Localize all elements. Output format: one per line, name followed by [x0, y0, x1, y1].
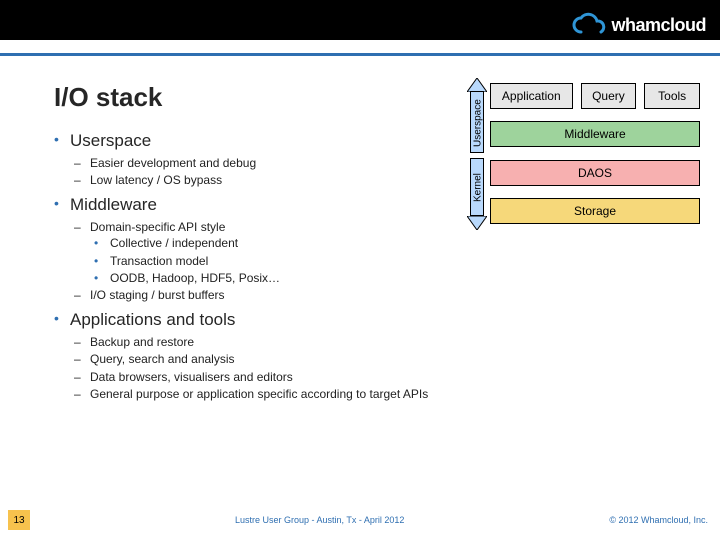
section-apps-head: Applications and tools [70, 310, 235, 329]
arrow-down-icon [467, 216, 487, 230]
stack-application: Application [490, 83, 573, 109]
list-item-label: Domain-specific API style [90, 220, 225, 234]
list-item: Domain-specific API style Collective / i… [70, 219, 454, 286]
footer: 13 Lustre User Group - Austin, Tx - Apri… [0, 510, 720, 530]
list-item: Data browsers, visualisers and editors [70, 369, 454, 385]
list-item: I/O staging / burst buffers [70, 287, 454, 303]
vlabel-kernel-box: Kernel [470, 158, 484, 216]
page-title: I/O stack [54, 82, 162, 113]
vlabel-userspace-box: Userspace [470, 91, 484, 153]
list-item: Collective / independent [90, 235, 454, 251]
list-item: OODB, Hadoop, HDF5, Posix… [90, 270, 454, 286]
vlabel-userspace: Userspace [471, 92, 485, 154]
list-item: Query, search and analysis [70, 351, 454, 367]
arrow-up-icon [467, 78, 487, 92]
stack-middleware: Middleware [490, 121, 700, 147]
list-item: General purpose or application specific … [70, 386, 454, 402]
list-item: Transaction model [90, 253, 454, 269]
section-middleware-head: Middleware [70, 195, 157, 214]
vlabel-kernel: Kernel [471, 159, 485, 217]
stack-diagram: Userspace Kernel Application Query Tools… [440, 78, 710, 233]
section-userspace-head: Userspace [70, 131, 151, 150]
body-text: Userspace Easier development and debug L… [54, 130, 454, 406]
footer-copyright: © 2012 Whamcloud, Inc. [609, 515, 708, 525]
slide: whamcloud I/O stack Userspace Easier dev… [0, 0, 720, 540]
stack-daos: DAOS [490, 160, 700, 186]
cloud-icon [571, 12, 607, 38]
brand-text: whamcloud [611, 15, 706, 36]
list-item: Low latency / OS bypass [70, 172, 454, 188]
stack-query: Query [581, 83, 637, 109]
footer-center: Lustre User Group - Austin, Tx - April 2… [30, 515, 609, 525]
blue-separator [0, 53, 720, 56]
brand-logo: whamcloud [571, 12, 706, 38]
list-item: Backup and restore [70, 334, 454, 350]
page-number: 13 [8, 510, 30, 530]
stack-tools: Tools [644, 83, 700, 109]
list-item: Easier development and debug [70, 155, 454, 171]
stack-storage: Storage [490, 198, 700, 224]
